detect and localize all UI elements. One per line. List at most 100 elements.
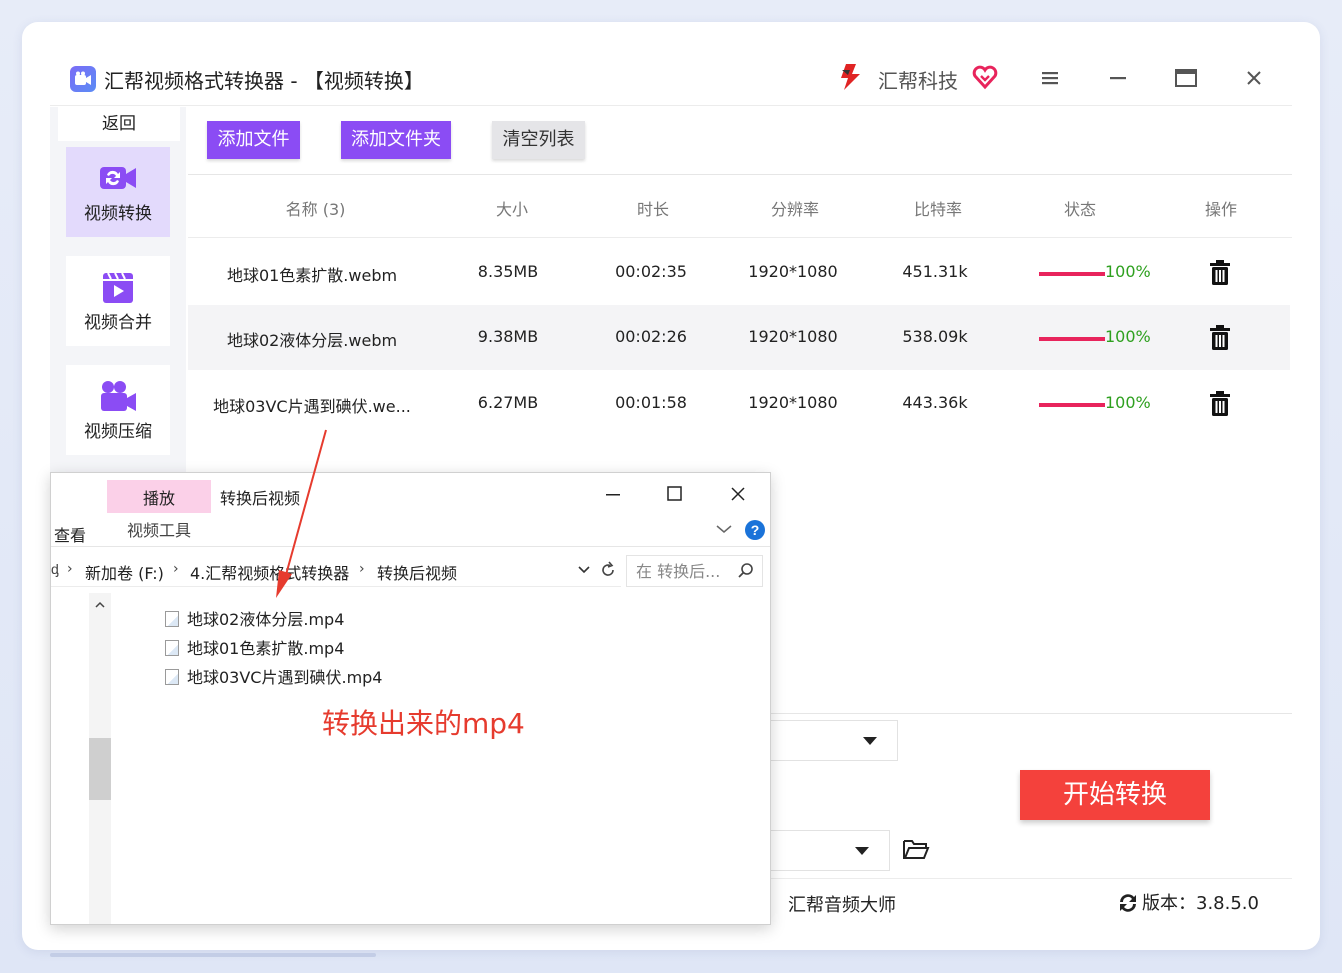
svg-text:?: ? — [751, 522, 760, 538]
scrollbar-thumb[interactable] — [89, 738, 111, 800]
video-convert-icon — [100, 167, 136, 189]
explorer-title: 转换后视频 — [220, 489, 301, 508]
explorer-ribbon: 播放 转换后视频 查看 视频工具 ? — [51, 473, 770, 547]
annotation-label: 转换出来的mp4 — [322, 707, 525, 740]
scroll-up-icon[interactable] — [94, 601, 106, 609]
divider — [770, 713, 1292, 714]
heart-icon[interactable] — [972, 64, 998, 90]
add-file-button[interactable]: 添加文件 — [207, 121, 300, 159]
chevron-down-icon[interactable] — [577, 565, 591, 575]
file-duration: 00:01:58 — [615, 393, 687, 412]
chevron-down-icon — [863, 737, 877, 745]
brand-name: 汇帮科技 — [878, 69, 958, 93]
horizontal-scrollbar[interactable] — [50, 953, 376, 957]
file-item[interactable]: 地球02液体分层.mp4 — [165, 606, 344, 630]
file-name: 地球03VC片遇到碘伏.we... — [213, 397, 411, 416]
trash-icon[interactable] — [1208, 260, 1232, 286]
column-header-name[interactable]: 名称 (3) — [258, 196, 373, 220]
minimize-icon[interactable] — [602, 483, 624, 505]
folder-open-icon[interactable] — [902, 837, 930, 861]
tab-play[interactable]: 播放 — [107, 480, 211, 513]
file-duration: 00:02:35 — [615, 262, 687, 281]
app-title: 汇帮视频格式转换器 - 【视频转换】 — [104, 69, 424, 93]
column-header-actions[interactable]: 操作 — [1191, 196, 1251, 220]
app-logo-icon — [70, 66, 96, 92]
file-duration: 00:02:26 — [615, 327, 687, 346]
chevron-right-icon: › — [359, 561, 365, 577]
close-icon[interactable] — [1240, 64, 1268, 92]
minimize-icon[interactable] — [1104, 64, 1132, 92]
chevron-right-icon: › — [173, 561, 179, 577]
sidebar-item-video-merge[interactable]: 视频合并 — [66, 256, 170, 346]
trash-icon[interactable] — [1208, 391, 1232, 417]
file-explorer-window: 播放 转换后视频 查看 视频工具 ? ᶁ › 新加卷 (F:) › 4.汇帮视频… — [50, 472, 771, 925]
progress-bar — [1039, 272, 1105, 276]
breadcrumb-folder[interactable]: 4.汇帮视频格式转换器 — [190, 560, 349, 584]
video-file-icon — [165, 669, 179, 685]
table-row[interactable]: 地球03VC片遇到碘伏.we... 6.27MB 00:01:58 1920*1… — [188, 371, 1290, 436]
file-bitrate: 443.36k — [902, 393, 968, 412]
progress-bar — [1039, 337, 1105, 341]
divider — [188, 174, 1292, 175]
breadcrumb-drive[interactable]: 新加卷 (F:) — [85, 560, 164, 584]
breadcrumb-current[interactable]: 转换后视频 — [377, 560, 457, 584]
sidebar-item-label: 视频转换 — [84, 204, 152, 224]
refresh-icon[interactable] — [1116, 891, 1140, 915]
address-bar[interactable]: ᶁ › 新加卷 (F:) › 4.汇帮视频格式转换器 › 转换后视频 — [51, 553, 621, 587]
column-header-duration[interactable]: 时长 — [623, 196, 683, 220]
status-percent: 100% — [1105, 327, 1151, 346]
file-item[interactable]: 地球01色素扩散.mp4 — [165, 635, 344, 659]
maximize-icon[interactable] — [1172, 64, 1200, 92]
audio-master-link[interactable]: 汇帮音频大师 — [788, 891, 896, 917]
column-header-resolution[interactable]: 分辨率 — [760, 196, 830, 220]
video-compress-icon — [101, 381, 136, 411]
file-item-label: 地球02液体分层.mp4 — [187, 610, 345, 629]
refresh-icon[interactable] — [599, 561, 617, 579]
column-header-bitrate[interactable]: 比特率 — [903, 196, 973, 220]
sidebar-item-video-convert[interactable]: 视频转换 — [66, 147, 170, 237]
trash-icon[interactable] — [1208, 325, 1232, 351]
help-icon[interactable]: ? — [744, 519, 766, 541]
file-resolution: 1920*1080 — [748, 393, 838, 412]
tab-video-tools[interactable]: 视频工具 — [107, 513, 211, 543]
column-header-status[interactable]: 状态 — [1050, 196, 1110, 220]
file-resolution: 1920*1080 — [748, 327, 838, 346]
file-item-label: 地球01色素扩散.mp4 — [187, 639, 345, 658]
output-directory-select[interactable] — [770, 830, 890, 871]
search-icon[interactable] — [737, 562, 755, 580]
file-name: 地球02液体分层.webm — [226, 331, 398, 350]
file-bitrate: 538.09k — [902, 327, 968, 346]
video-file-icon — [165, 640, 179, 656]
file-size: 6.27MB — [477, 393, 539, 412]
back-button[interactable]: 返回 — [58, 107, 180, 141]
file-name: 地球01色素扩散.webm — [226, 266, 398, 285]
sidebar-item-label: 视频压缩 — [84, 422, 152, 442]
column-header-size[interactable]: 大小 — [482, 196, 542, 220]
maximize-icon[interactable] — [664, 483, 686, 505]
output-format-select[interactable] — [770, 720, 898, 761]
sidebar-item-label: 视频合并 — [84, 313, 152, 333]
chevron-down-icon[interactable] — [715, 523, 733, 535]
start-convert-button[interactable]: 开始转换 — [1020, 770, 1210, 820]
file-item-label: 地球03VC片遇到碘伏.mp4 — [187, 668, 383, 687]
add-folder-button[interactable]: 添加文件夹 — [341, 121, 451, 159]
file-resolution: 1920*1080 — [748, 262, 838, 281]
table-row[interactable]: 地球01色素扩散.webm 8.35MB 00:02:35 1920*1080 … — [188, 240, 1290, 305]
title-bar: 汇帮视频格式转换器 - 【视频转换】 汇帮科技 — [50, 50, 1292, 106]
file-item[interactable]: 地球03VC片遇到碘伏.mp4 — [165, 664, 383, 688]
video-file-icon — [165, 611, 179, 627]
menu-icon[interactable] — [1036, 64, 1064, 92]
progress-bar — [1039, 403, 1105, 407]
file-bitrate: 451.31k — [902, 262, 968, 281]
table-header: 名称 (3) 大小 时长 分辨率 比特率 状态 操作 — [188, 176, 1292, 238]
address-lead: ᶁ — [51, 562, 59, 578]
chevron-down-icon — [855, 847, 869, 855]
tab-view[interactable]: 查看 — [54, 522, 86, 546]
file-size: 9.38MB — [477, 327, 539, 346]
table-row[interactable]: 地球02液体分层.webm 9.38MB 00:02:26 1920*1080 … — [188, 305, 1290, 370]
chevron-right-icon: › — [67, 561, 73, 577]
clear-list-button[interactable]: 清空列表 — [492, 121, 585, 159]
brand-logo-icon — [841, 64, 860, 90]
sidebar-item-video-compress[interactable]: 视频压缩 — [66, 365, 170, 455]
close-icon[interactable] — [727, 483, 749, 505]
